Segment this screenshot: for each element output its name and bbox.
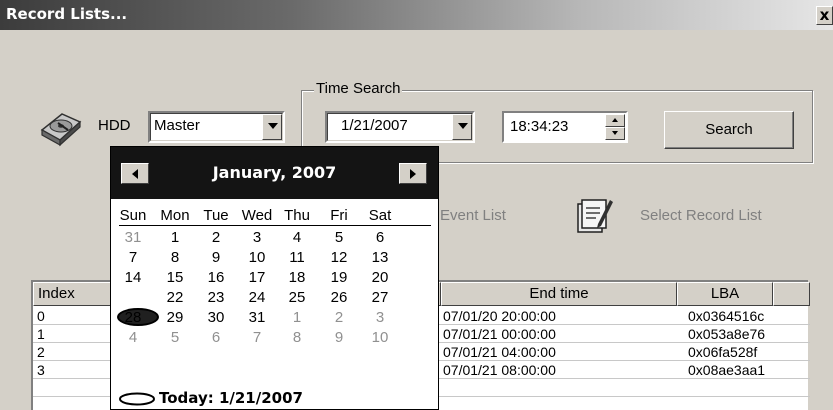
next-month-icon[interactable] (399, 163, 427, 184)
calendar-day[interactable]: 11 (281, 249, 313, 267)
weekday-label: Sun (119, 207, 147, 224)
calendar-day[interactable]: 17 (241, 269, 273, 287)
calendar-day[interactable]: 8 (159, 249, 191, 267)
cell-lba: 0x053a8e76 (688, 326, 766, 342)
previous-month-icon[interactable] (121, 163, 149, 184)
calendar-day[interactable]: 3 (241, 229, 273, 247)
weekday-label: Mon (160, 207, 190, 224)
cell-lba: 0x06fa528f (688, 344, 758, 360)
calendar-day[interactable]: 3 (364, 309, 396, 327)
calendar-day[interactable]: 14 (117, 269, 149, 287)
calendar-day[interactable]: 8 (281, 329, 313, 347)
cell-index: 0 (37, 308, 45, 324)
calendar-day[interactable]: 13 (364, 249, 396, 267)
column-header-end-time[interactable]: End time (441, 282, 677, 306)
calendar-day[interactable]: 10 (241, 249, 273, 267)
spin-up-icon[interactable] (605, 114, 625, 127)
column-header-index[interactable]: Index (33, 282, 112, 306)
record-list-icon[interactable] (572, 194, 614, 234)
hdd-label: HDD (98, 117, 131, 134)
column-header-label: End time (529, 285, 589, 302)
calendar-day[interactable]: 10 (364, 329, 396, 347)
cell-lba: 0x08ae3aa1 (688, 362, 766, 378)
calendar-day[interactable]: 31 (241, 309, 273, 327)
chevron-down-icon[interactable] (452, 114, 472, 140)
calendar-day[interactable]: 4 (117, 329, 149, 347)
time-search-label: Time Search (314, 80, 403, 97)
today-button[interactable]: Today: 1/21/2007 (159, 389, 303, 407)
calendar-day[interactable]: 1 (281, 309, 313, 327)
calendar-day[interactable]: 22 (159, 289, 191, 307)
calendar-day[interactable]: 23 (200, 289, 232, 307)
window-title: Record Lists... (6, 5, 128, 23)
search-button[interactable]: Search (664, 111, 794, 149)
weekday-label: Thu (284, 207, 310, 224)
close-button[interactable]: x (816, 6, 833, 25)
column-header-lba[interactable]: LBA (677, 282, 773, 306)
calendar-day[interactable]: 27 (364, 289, 396, 307)
calendar-day[interactable]: 21 (117, 289, 149, 307)
calendar-day[interactable]: 16 (200, 269, 232, 287)
today-icon (119, 392, 155, 406)
calendar-day[interactable]: 9 (200, 249, 232, 267)
calendar-day[interactable]: 26 (323, 289, 355, 307)
select-record-list-button[interactable]: Select Record List (640, 207, 762, 224)
hdd-select[interactable]: Master (148, 111, 285, 143)
weekday-divider (119, 225, 431, 226)
weekday-label: Sat (368, 207, 392, 224)
spin-down-icon[interactable] (605, 127, 625, 140)
calendar-day[interactable]: 12 (323, 249, 355, 267)
calendar-day[interactable]: 20 (364, 269, 396, 287)
calendar-day[interactable]: 31 (117, 229, 149, 247)
calendar-day[interactable]: 6 (200, 329, 232, 347)
weekday-label: Tue (203, 207, 229, 224)
column-header-extra (773, 282, 810, 306)
column-header-label: LBA (710, 285, 740, 302)
time-value: 18:34:23 (510, 118, 569, 135)
cell-end-time: 07/01/21 08:00:00 (443, 362, 556, 378)
weekday-label: Wed (241, 207, 273, 224)
calendar-day[interactable]: 2 (323, 309, 355, 327)
calendar-day[interactable]: 5 (323, 229, 355, 247)
cell-lba: 0x0364516c (688, 308, 765, 324)
date-picker[interactable]: 1/21/2007 (325, 111, 475, 143)
calendar-popup[interactable]: January, 2007 Sun Mon Tue Wed Thu Fri Sat 31 1 2… (110, 146, 439, 410)
calendar-day[interactable]: 6 (364, 229, 396, 247)
weekday-label: Fri (330, 207, 348, 224)
cell-end-time: 07/01/21 00:00:00 (443, 326, 556, 342)
calendar-day[interactable]: 7 (241, 329, 273, 347)
calendar-day[interactable]: 4 (281, 229, 313, 247)
cell-end-time: 07/01/21 04:00:00 (443, 344, 556, 360)
calendar-day[interactable]: 15 (159, 269, 191, 287)
calendar-day[interactable]: 28 (117, 309, 149, 327)
calendar-day[interactable]: 9 (323, 329, 355, 347)
cell-index: 2 (37, 344, 45, 360)
hdd-select-value: Master (154, 117, 200, 134)
event-list-button[interactable]: Event List (440, 207, 506, 224)
cell-end-time: 07/01/20 20:00:00 (443, 308, 556, 324)
calendar-day[interactable]: 29 (159, 309, 191, 327)
calendar-day[interactable]: 7 (117, 249, 149, 267)
date-value: 1/21/2007 (341, 117, 408, 134)
calendar-month-title: January, 2007 (212, 163, 337, 182)
chevron-down-icon[interactable] (262, 114, 282, 140)
calendar-day[interactable]: 25 (281, 289, 313, 307)
cell-index: 1 (37, 326, 45, 342)
calendar-day[interactable]: 30 (200, 309, 232, 327)
hdd-icon (40, 113, 82, 147)
column-header-label: Index (38, 285, 75, 302)
calendar-day[interactable]: 18 (281, 269, 313, 287)
calendar-day[interactable]: 24 (241, 289, 273, 307)
time-spinner[interactable] (605, 114, 625, 140)
calendar-day[interactable]: 1 (159, 229, 191, 247)
time-input[interactable]: 18:34:23 (502, 111, 628, 143)
cell-index: 3 (37, 362, 45, 378)
title-bar: Record Lists... (0, 0, 833, 30)
calendar-day[interactable]: 5 (159, 329, 191, 347)
calendar-day[interactable]: 19 (323, 269, 355, 287)
calendar-day[interactable]: 2 (200, 229, 232, 247)
